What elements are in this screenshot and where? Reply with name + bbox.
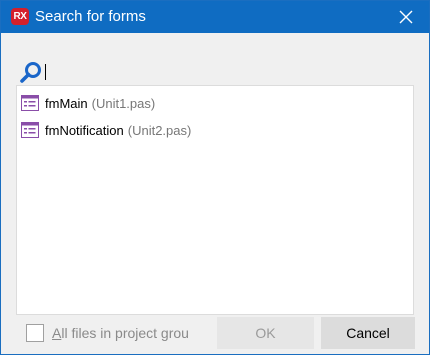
- unit-name: (Unit1.pas): [91, 95, 156, 111]
- close-icon: [399, 10, 413, 24]
- all-files-label: All files in project grou: [52, 325, 189, 341]
- list-item[interactable]: fmMain (Unit1.pas): [21, 92, 401, 114]
- dialog-title: Search for forms: [35, 8, 146, 25]
- app-badge-text: RX: [13, 11, 27, 22]
- list-item[interactable]: fmNotification (Unit2.pas): [21, 119, 401, 141]
- close-button[interactable]: [383, 1, 429, 33]
- checkbox-box[interactable]: [26, 324, 44, 342]
- label-text: ll files in project grou: [61, 325, 189, 341]
- text-caret: [45, 64, 46, 80]
- accelerator-key: A: [52, 325, 62, 341]
- ok-button[interactable]: OK: [217, 317, 314, 349]
- search-for-forms-dialog: RX Search for forms fmMain (Unit1.pas) f…: [0, 0, 430, 355]
- results-list[interactable]: fmMain (Unit1.pas) fmNotification (Unit2…: [16, 85, 414, 315]
- form-icon: [21, 122, 39, 138]
- cancel-button[interactable]: Cancel: [321, 317, 415, 349]
- form-name: fmMain: [45, 95, 88, 111]
- form-icon: [21, 95, 39, 111]
- app-logo-icon: RX: [11, 8, 29, 25]
- search-row: [19, 61, 411, 85]
- search-icon: [20, 62, 41, 83]
- all-files-checkbox[interactable]: All files in project grou: [16, 317, 209, 349]
- title-bar: RX Search for forms: [1, 1, 429, 33]
- search-input[interactable]: [44, 62, 404, 82]
- dialog-footer: All files in project grou OK Cancel: [16, 317, 415, 349]
- form-name: fmNotification: [45, 122, 124, 138]
- unit-name: (Unit2.pas): [127, 122, 192, 138]
